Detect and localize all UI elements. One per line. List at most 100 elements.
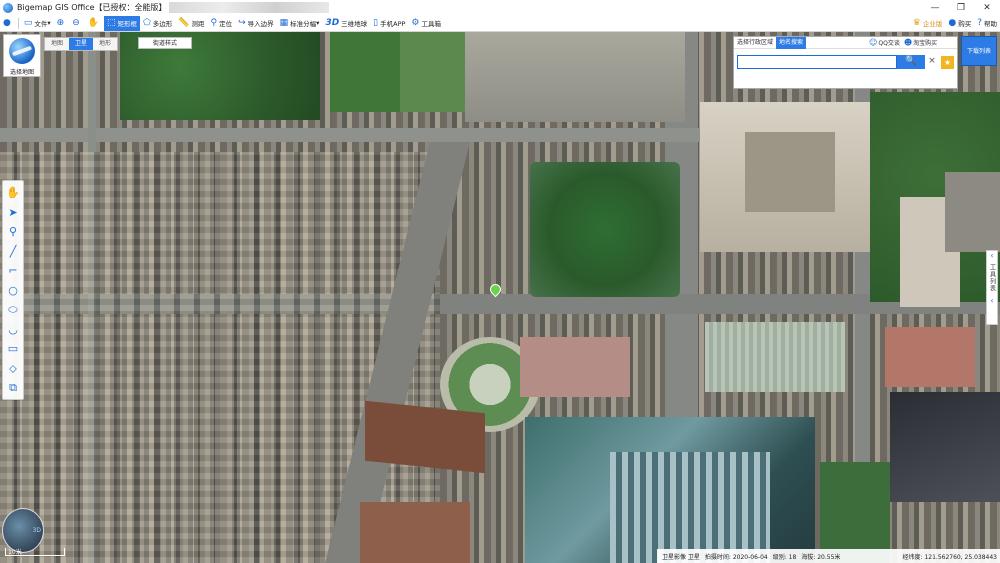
marker-icon[interactable]: ⚲ (3, 222, 23, 242)
tab-place-search[interactable]: 地名搜索 (776, 36, 807, 49)
rect-icon: ⬚ (106, 17, 116, 28)
line-icon[interactable]: ╱ (3, 242, 23, 262)
zoom-out-button[interactable]: ⊖ (69, 16, 85, 31)
gear-icon: ⚙ (411, 17, 420, 28)
pan-button[interactable]: ✋ (85, 16, 104, 31)
minimize-button[interactable]: — (922, 3, 948, 13)
rectangle-icon[interactable]: ▭ (3, 339, 23, 359)
zoom-level: 级别: 18 (772, 553, 797, 561)
import-boundary-button[interactable]: ↪ 导入边界 (235, 16, 277, 31)
map-building (520, 337, 630, 397)
taobao-buy-link[interactable]: ☻ 淘宝购买 (904, 38, 937, 47)
qq-icon: ☺ (869, 38, 878, 47)
select-map-button[interactable]: 选择地图 (3, 34, 41, 77)
window-controls: — ❐ ✕ (922, 3, 1000, 13)
hand-icon: ✋ (87, 17, 99, 28)
grid-label: 标准分幅 (290, 20, 317, 28)
import-boundary-label: 导入边界 (247, 20, 274, 28)
map-plaza (465, 32, 685, 122)
file-icon: ▭ (23, 17, 33, 28)
drawing-toolbar: ✋ ➤ ⚲ ╱ ⌐ ○ ⬭ ◡ ▭ ⬦ ⧉ (2, 180, 24, 400)
polygon-icon: ⬠ (142, 17, 151, 28)
zoom-in-button[interactable]: ⊕ (54, 16, 70, 31)
tool-list-toggle[interactable]: ‹ 工具列表 ‹ (986, 250, 998, 325)
buy-button[interactable]: ● 购买 (945, 16, 974, 31)
map-plaza (400, 32, 465, 112)
street-style-button[interactable]: 街道样式 (138, 37, 192, 49)
close-button[interactable]: ✕ (974, 3, 1000, 13)
hand-icon[interactable]: ✋ (3, 183, 23, 203)
tag-icon[interactable]: ⬦ (3, 359, 23, 379)
search-input[interactable] (737, 55, 897, 69)
divider (17, 17, 19, 29)
grid-button[interactable]: ▦ 标准分幅 ▾ (277, 16, 323, 31)
toolbox-label: 工具箱 (421, 20, 442, 28)
polyline-icon[interactable]: ⌐ (3, 261, 23, 281)
rect-select-label: 矩形框 (117, 20, 137, 28)
mobile-app-button[interactable]: ▯ 手机APP (370, 16, 408, 31)
buy-label: 购买 (958, 20, 972, 28)
cart-icon: ● (948, 17, 957, 28)
pointer-icon[interactable]: ➤ (3, 203, 23, 223)
chevron-left-icon: ‹ (990, 296, 994, 305)
app-logo-icon (3, 2, 13, 13)
map-building (705, 322, 845, 392)
map-building (745, 132, 835, 212)
polygon-select-label: 多边形 (152, 20, 173, 28)
enterprise-label: 企业版 (922, 20, 943, 28)
rect-select-button[interactable]: ⬚ 矩形框 (103, 15, 140, 31)
three-d-icon: 3D (325, 17, 340, 28)
select-map-label: 选择地图 (9, 69, 34, 76)
ellipse-icon[interactable]: ⬭ (3, 300, 23, 320)
globe-icon: ● (3, 17, 11, 28)
coordinates: 经纬度: 121.562760, 25.038443 (902, 553, 997, 561)
enterprise-button[interactable]: ♛ 企业版 (910, 16, 946, 31)
map-park (330, 32, 400, 112)
search-button[interactable]: 🔍 (897, 55, 925, 69)
clear-button[interactable]: × (925, 55, 939, 69)
measure-button[interactable]: 📏 测距 (175, 16, 207, 31)
favorite-button[interactable]: ★ (941, 55, 954, 69)
locate-button[interactable]: ⚲ 定位 (208, 16, 236, 31)
toolbox-button[interactable]: ⚙ 工具箱 (408, 16, 444, 31)
main-toolbar: ● ▭ 文件 ▾ ⊕ ⊖ ✋ ⬚ 矩形框 ⬠ 多边形 📏 测距 ⚲ 定位 ↪ 导入边界 ▦ 标准… (0, 15, 1000, 32)
three-d-label: 三维地球 (341, 20, 368, 28)
chevron-down-icon: ▾ (47, 19, 51, 27)
status-bar: 卫星影像 卫星 拍摄时间: 2020-06-04 级别: 18 海拔: 20.5… (657, 549, 1000, 563)
arc-icon[interactable]: ◡ (3, 320, 23, 340)
three-d-toggle[interactable]: 3D (33, 527, 41, 534)
redacted-area (168, 2, 329, 13)
scale-label: 10米 (8, 549, 22, 556)
zoom-out-icon: ⊖ (72, 17, 80, 28)
globe-menu-button[interactable]: ● (0, 16, 16, 31)
file-menu-button[interactable]: ▭ 文件 ▾ (21, 16, 54, 31)
satellite-map[interactable] (0, 32, 1000, 563)
maximize-button[interactable]: ❐ (948, 3, 974, 13)
qq-chat-link[interactable]: ☺ QQ交谈 (869, 38, 900, 47)
imagery-source: 卫星影像 卫星 (662, 553, 700, 561)
import-icon: ↪ (238, 17, 246, 28)
circle-icon[interactable]: ○ (3, 281, 23, 301)
window-title: Bigemap GIS Office【已授权：全能版】 (17, 3, 167, 12)
location-icon: ⚲ (210, 17, 218, 28)
star-icon: ★ (943, 57, 952, 67)
tab-satellite[interactable]: 卫星 (69, 38, 93, 50)
tab-map[interactable]: 地图 (45, 38, 69, 50)
download-list-button[interactable]: 下载列表 (961, 36, 997, 66)
qq-chat-label: QQ交谈 (878, 40, 900, 47)
grid-icon: ▦ (279, 17, 289, 28)
chevron-left-icon: ‹ (990, 251, 994, 260)
tab-region-select[interactable]: 选择行政区域 (734, 37, 776, 49)
mobile-app-label: 手机APP (380, 20, 406, 28)
search-panel: 选择行政区域 地名搜索 ☺ QQ交谈 ☻ 淘宝购买 🔍 × ★ (733, 36, 958, 89)
map-building (890, 392, 1000, 502)
location-pin-icon[interactable] (487, 281, 504, 298)
three-d-button[interactable]: 3D 三维地球 (322, 16, 370, 31)
help-button[interactable]: ? 帮助 (974, 16, 1000, 31)
tab-terrain[interactable]: 地形 (93, 38, 117, 50)
locate-label: 定位 (219, 20, 233, 28)
taobao-buy-label: 淘宝购买 (913, 40, 938, 47)
layers-icon[interactable]: ⧉ (3, 378, 23, 398)
polygon-select-button[interactable]: ⬠ 多边形 (140, 16, 175, 31)
scale-bar: 10米 (5, 548, 65, 556)
